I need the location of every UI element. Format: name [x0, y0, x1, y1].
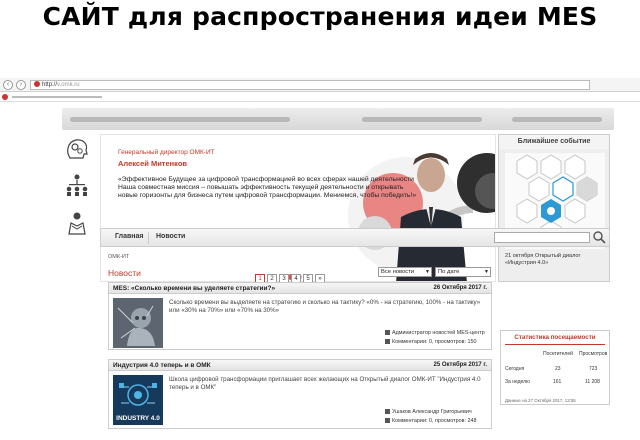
student-reading-icon[interactable]	[64, 210, 90, 236]
news-card-comments: Комментарии: 0, просмотров: 150	[385, 339, 476, 345]
event-heading: Ближайшее событие	[499, 135, 609, 149]
news-author-name: Ушаков Александр Григорьевич	[392, 409, 472, 415]
news-card-date: 26 Октября 2017 г.	[433, 285, 488, 291]
chevron-down-icon: ▼	[425, 269, 430, 275]
news-card-text: Сколько времени вы выделяете на стратеги…	[169, 299, 481, 314]
header-blurred-text	[70, 117, 290, 122]
stats-week-visitors: 161	[553, 379, 562, 385]
stats-divider	[505, 344, 605, 345]
news-comments-count[interactable]: Комментарии: 0, просмотров: 248	[392, 418, 476, 424]
user-icon	[385, 409, 390, 415]
stats-col-visitors: Посетителей	[543, 351, 573, 357]
news-filter-select[interactable]: Все новости ▼	[378, 267, 432, 277]
stats-week-views: 11 208	[585, 379, 600, 385]
search-icon[interactable]	[592, 230, 606, 244]
stats-note: Данные на 27 Октября 2017, 13:55	[505, 398, 576, 403]
news-card-title[interactable]: MES: «Сколько времени вы уделяете страте…	[113, 285, 275, 292]
news-card-comments: Комментарии: 0, просмотров: 248	[385, 418, 476, 424]
news-comments-count[interactable]: Комментарии: 0, просмотров: 150	[392, 339, 476, 345]
news-sort-select[interactable]: По дате ▼	[435, 267, 491, 277]
header-blurred-text	[362, 117, 482, 122]
comments-icon	[385, 339, 390, 345]
forward-button[interactable]: ›	[16, 80, 26, 90]
slide-title: САЙТ для распространения идеи MES	[42, 2, 598, 31]
stats-row-week: За неделю	[505, 379, 530, 385]
news-card-text: Школа цифровой трансформации приглашает …	[169, 376, 481, 391]
banner-background	[101, 135, 495, 281]
menu-divider	[148, 232, 149, 244]
news-author-name: Администратор новостей MES-центр	[392, 330, 485, 336]
url-input[interactable]: http://v.omk.ru	[30, 80, 590, 90]
filter-select-value: Все новости	[381, 269, 415, 275]
address-bar: ‹ › http://v.omk.ru	[0, 78, 640, 92]
event-text: 21 октября Открытый диалог «Индустрия 4.…	[505, 253, 581, 266]
stats-row-today: Сегодня	[505, 366, 525, 372]
tab-title-blurred[interactable]	[12, 96, 102, 98]
tab-strip	[0, 92, 640, 102]
menu-item-news[interactable]: Новости	[156, 233, 185, 240]
org-chart-icon[interactable]	[64, 172, 90, 198]
site-header-band	[62, 108, 614, 130]
banner-person-name: Алексей Митенков	[118, 159, 188, 168]
news-section-title: Новости	[108, 268, 141, 278]
stats-col-views: Просмотров	[579, 351, 608, 357]
head-gears-icon[interactable]	[64, 136, 90, 162]
news-card-header: Индустрия 4.0 теперь и в ОМК 25 Октября …	[109, 360, 491, 371]
news-card-author: Ушаков Александр Григорьевич	[385, 409, 472, 415]
chevron-down-icon: ▼	[484, 269, 489, 275]
news-image-label: INDUSTRY 4.0	[116, 415, 160, 422]
header-blurred-text	[512, 117, 602, 122]
stats-today-visitors: 23	[555, 366, 561, 372]
news-card-image[interactable]: INDUSTRY 4.0	[113, 375, 163, 425]
url-prefix: http://	[42, 82, 58, 88]
comments-icon	[385, 418, 390, 424]
stats-today-views: 723	[589, 366, 598, 372]
banner-quote: «Эффективное Будущее за цифровой трансфо…	[118, 176, 417, 199]
news-card-image[interactable]	[113, 298, 163, 348]
hero-banner[interactable]: Генеральный директор ОМК-ИТ Алексей Мите…	[100, 134, 496, 282]
tab-favicon-icon	[2, 94, 8, 100]
back-button[interactable]: ‹	[3, 80, 13, 90]
news-card-date: 25 Октября 2017 г.	[433, 362, 488, 368]
site-favicon-icon	[34, 81, 40, 88]
sort-select-value: По дате	[438, 269, 460, 275]
user-icon	[385, 330, 390, 336]
search-input[interactable]	[494, 232, 590, 243]
news-card-author: Администратор новостей MES-центр	[385, 330, 485, 336]
banner-role: Генеральный директор ОМК-ИТ	[118, 149, 215, 156]
browser-window: ‹ › http://v.omk.ru Генеральный директор…	[0, 78, 640, 440]
news-card[interactable]: Индустрия 4.0 теперь и в ОМК 25 Октября …	[108, 359, 492, 429]
news-card-header: MES: «Сколько времени вы уделяете страте…	[109, 283, 491, 294]
menu-item-home[interactable]: Главная	[115, 233, 143, 240]
stats-heading: Статистика посещаемости	[514, 334, 596, 341]
upcoming-event-box[interactable]: Ближайшее событие 21 октября Открытый ди…	[498, 134, 610, 282]
visit-stats-box: Статистика посещаемости Посетителей Прос…	[500, 330, 610, 405]
news-card[interactable]: MES: «Сколько времени вы уделяете страте…	[108, 282, 492, 350]
breadcrumb[interactable]: ОМК-ИТ	[108, 254, 129, 260]
news-card-title[interactable]: Индустрия 4.0 теперь и в ОМК	[113, 362, 211, 369]
url-rest: v.omk.ru	[57, 82, 80, 88]
